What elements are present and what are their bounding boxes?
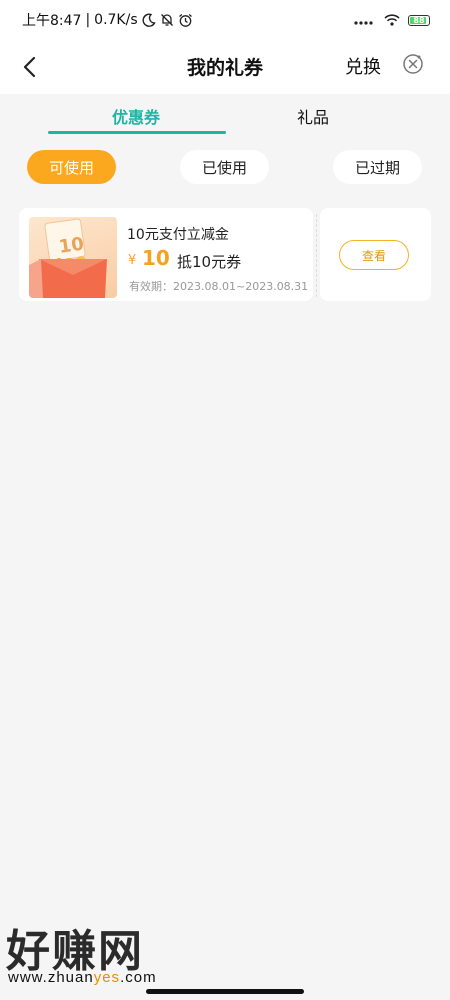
status-time: 上午8:47 bbox=[22, 13, 82, 29]
coupon-deduct-label: 抵10元券 bbox=[177, 253, 242, 271]
battery-level: 88 bbox=[413, 15, 425, 25]
filter-expired[interactable]: 已过期 bbox=[333, 150, 422, 184]
coupon-divider bbox=[316, 214, 317, 297]
battery-icon: 88 bbox=[408, 14, 430, 26]
signal-icon bbox=[354, 21, 373, 25]
status-bar: 上午8:47 | 0.7K/s 88 bbox=[0, 0, 450, 40]
coupon-amount: 10 bbox=[142, 246, 170, 270]
coupon-currency: ¥ bbox=[128, 253, 137, 268]
coupon-image: 10 bbox=[29, 217, 117, 298]
status-right: 88 bbox=[354, 14, 430, 26]
network-speed: 0.7K/s bbox=[94, 12, 138, 28]
status-left: 上午8:47 | 0.7K/s bbox=[22, 10, 193, 30]
nav-bar: 我的礼券 兑换 bbox=[0, 40, 450, 94]
coupon-image-number: 10 bbox=[58, 234, 86, 258]
home-indicator[interactable] bbox=[146, 989, 304, 994]
coupon-name: 10元支付立减金 bbox=[127, 227, 229, 243]
close-button[interactable] bbox=[402, 53, 424, 75]
alarm-icon bbox=[178, 13, 192, 27]
active-tab-indicator bbox=[48, 131, 226, 134]
filter-used[interactable]: 已使用 bbox=[180, 150, 269, 184]
tab-bar: 优惠券 礼品 bbox=[0, 94, 450, 134]
wifi-icon bbox=[384, 14, 400, 26]
watermark-url-suffix: .com bbox=[120, 969, 157, 986]
status-separator: | bbox=[85, 12, 91, 28]
bell-muted-icon bbox=[160, 14, 173, 26]
exchange-button[interactable]: 兑换 bbox=[345, 53, 381, 79]
close-circle-icon bbox=[403, 54, 423, 74]
filter-usable[interactable]: 可使用 bbox=[27, 150, 116, 184]
watermark-url: www.zhuanyes.com bbox=[8, 969, 157, 986]
page-title: 我的礼券 bbox=[186, 57, 263, 79]
watermark: 好赚网 www.zhuanyes.com bbox=[6, 915, 206, 990]
watermark-url-prefix: www.zhuan bbox=[8, 969, 94, 986]
coupon-action-area: 查看 bbox=[320, 208, 431, 301]
watermark-url-accent: yes bbox=[93, 969, 121, 986]
tab-coupons[interactable]: 优惠券 bbox=[112, 104, 160, 128]
view-coupon-button[interactable]: 查看 bbox=[339, 240, 409, 270]
moon-icon bbox=[142, 13, 156, 27]
coupon-validity: 有效期：2023.08.01~2023.08.31 bbox=[129, 280, 309, 293]
red-envelope-icon: 10 bbox=[29, 218, 107, 298]
tab-gifts[interactable]: 礼品 bbox=[297, 104, 329, 128]
coupon-card[interactable]: 10 10元支付立减金 ¥ 10 抵10元券 有效期：2023.08.01~20… bbox=[19, 208, 313, 301]
